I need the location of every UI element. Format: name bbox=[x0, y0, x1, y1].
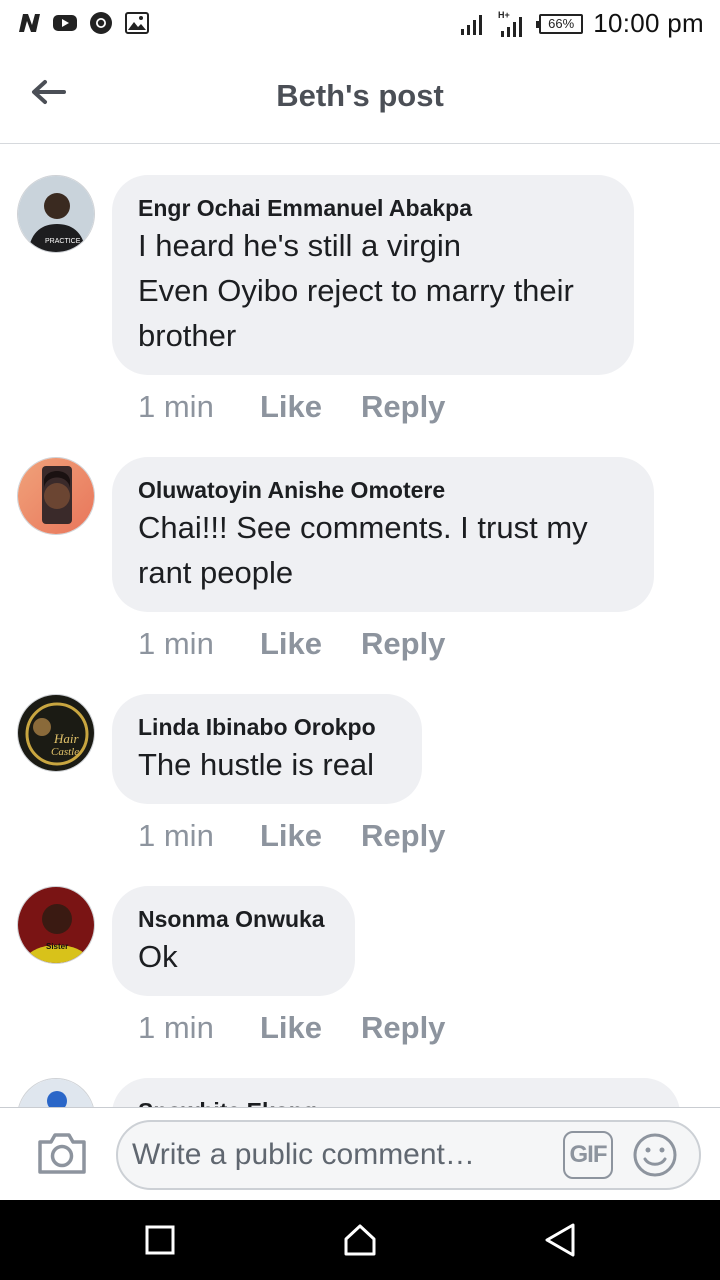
home-icon bbox=[344, 1224, 376, 1256]
comment-text: Ok bbox=[138, 939, 178, 974]
avatar[interactable]: Sister bbox=[17, 886, 95, 964]
battery-indicator: 66% bbox=[536, 13, 584, 34]
comment-list: PRACTICE Engr Ochai Emmanuel Abakpa I he… bbox=[0, 145, 720, 1107]
status-time: 10:00 pm bbox=[593, 8, 704, 38]
comment-author[interactable]: Snowhite Ekong bbox=[138, 1096, 652, 1107]
triangle-back-icon bbox=[545, 1223, 575, 1257]
comment-author[interactable]: Engr Ochai Emmanuel Abakpa bbox=[138, 193, 606, 223]
svg-text:Sister: Sister bbox=[46, 942, 68, 951]
comment-author[interactable]: Nsonma Onwuka bbox=[138, 904, 327, 934]
svg-text:Hair: Hair bbox=[53, 731, 80, 746]
svg-text:PRACTICE: PRACTICE bbox=[45, 238, 81, 245]
comment-input[interactable] bbox=[116, 1120, 701, 1190]
status-bar: H+ 66% 10:00 pm bbox=[0, 0, 720, 50]
avatar[interactable] bbox=[17, 457, 95, 535]
comment-bubble[interactable]: Nsonma Onwuka Ok bbox=[112, 886, 355, 996]
camera-button[interactable] bbox=[36, 1130, 88, 1176]
comment-text: The hustle is real bbox=[138, 747, 375, 782]
like-button[interactable]: Like bbox=[260, 626, 361, 662]
comment-time[interactable]: 1 min bbox=[138, 626, 260, 662]
reply-button[interactable]: Reply bbox=[361, 389, 445, 425]
comment-composer: GIF bbox=[0, 1107, 720, 1200]
avatar[interactable]: PRACTICE bbox=[17, 175, 95, 253]
smiley-icon bbox=[633, 1133, 677, 1177]
page-title: Beth's post bbox=[276, 78, 444, 113]
comment-time[interactable]: 1 min bbox=[138, 389, 260, 425]
camera-icon bbox=[38, 1133, 86, 1174]
comment-time[interactable]: 1 min bbox=[138, 1010, 260, 1046]
system-nav-bar bbox=[0, 1200, 720, 1280]
image-icon bbox=[125, 12, 149, 34]
like-button[interactable]: Like bbox=[260, 818, 361, 854]
comment-text: I heard he's still a virgin Even Oyibo r… bbox=[138, 228, 574, 353]
comment-text: Chai!!! See comments. I trust my rant pe… bbox=[138, 510, 588, 590]
post-header: Beth's post bbox=[0, 50, 720, 144]
signal-hplus-icon: H+ bbox=[498, 10, 523, 37]
svg-text:H+: H+ bbox=[498, 10, 510, 20]
battery-percent: 66% bbox=[548, 16, 575, 31]
chrome-icon bbox=[90, 12, 112, 34]
svg-text:Castle: Castle bbox=[51, 746, 79, 758]
gif-label: GIF bbox=[569, 1141, 608, 1168]
comment-actions: 1 min Like Reply bbox=[138, 1010, 445, 1046]
network-n-icon bbox=[19, 14, 40, 32]
comment-bubble[interactable]: Linda Ibinabo Orokpo The hustle is real bbox=[112, 694, 422, 804]
emoji-button[interactable] bbox=[632, 1132, 678, 1178]
comment-bubble[interactable]: Oluwatoyin Anishe Omotere Chai!!! See co… bbox=[112, 457, 654, 612]
recents-button[interactable] bbox=[140, 1220, 180, 1260]
reply-button[interactable]: Reply bbox=[361, 626, 445, 662]
youtube-icon bbox=[53, 15, 77, 31]
comment-bubble[interactable]: Snowhite Ekong bbox=[112, 1078, 680, 1107]
like-button[interactable]: Like bbox=[260, 389, 361, 425]
reply-button[interactable]: Reply bbox=[361, 818, 445, 854]
comment-actions: 1 min Like Reply bbox=[138, 626, 445, 662]
comment-author[interactable]: Linda Ibinabo Orokpo bbox=[138, 712, 394, 742]
comment-time[interactable]: 1 min bbox=[138, 818, 260, 854]
home-button[interactable] bbox=[340, 1220, 380, 1260]
comment-bubble[interactable]: Engr Ochai Emmanuel Abakpa I heard he's … bbox=[112, 175, 634, 375]
comment-actions: 1 min Like Reply bbox=[138, 818, 445, 854]
reply-button[interactable]: Reply bbox=[361, 1010, 445, 1046]
square-icon bbox=[145, 1225, 175, 1255]
gif-button[interactable]: GIF bbox=[563, 1131, 613, 1179]
comment-actions: 1 min Like Reply bbox=[138, 389, 445, 425]
avatar[interactable] bbox=[17, 1078, 95, 1107]
signal-icon bbox=[461, 14, 483, 35]
comment-author[interactable]: Oluwatoyin Anishe Omotere bbox=[138, 475, 626, 505]
back-nav-button[interactable] bbox=[540, 1220, 580, 1260]
like-button[interactable]: Like bbox=[260, 1010, 361, 1046]
avatar[interactable]: Hair Castle bbox=[17, 694, 95, 772]
